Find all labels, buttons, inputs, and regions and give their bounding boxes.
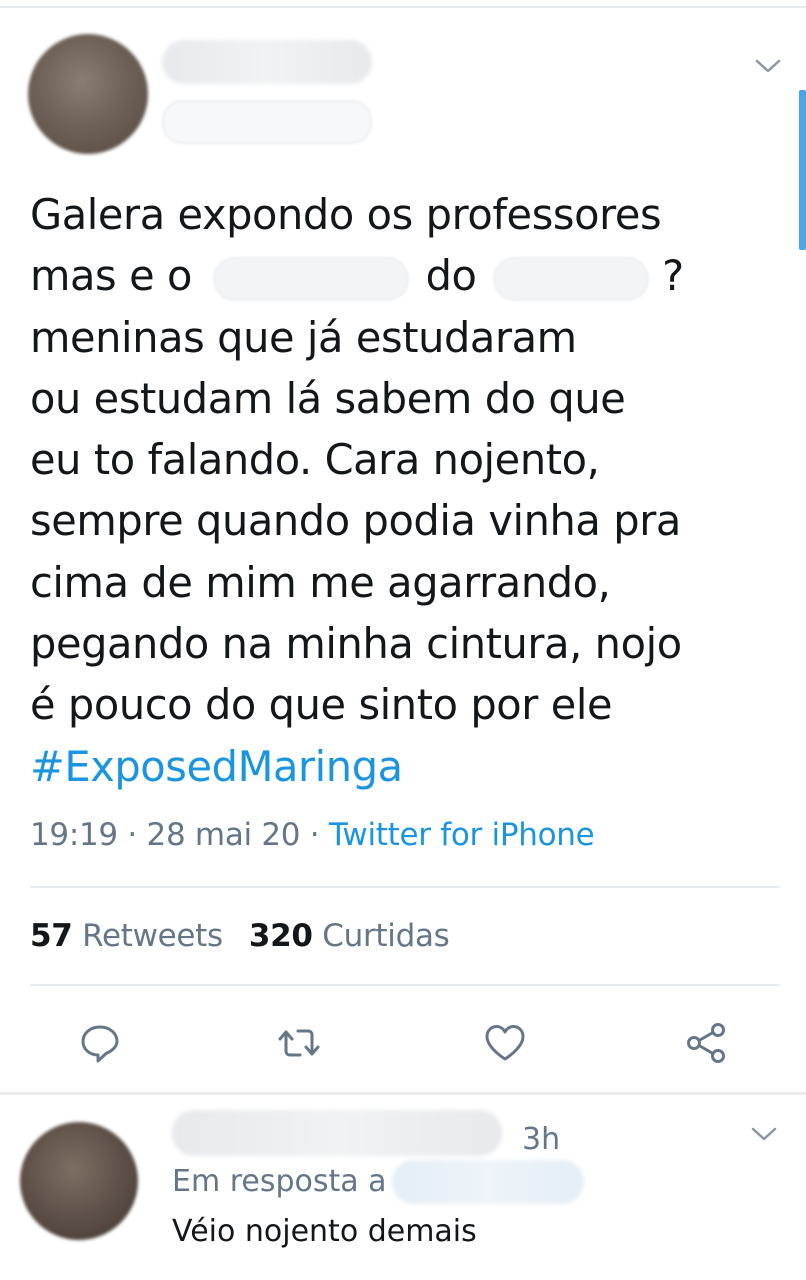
- likes-label: Curtidas: [322, 918, 450, 954]
- retweets-label: Retweets: [82, 918, 223, 954]
- like-icon[interactable]: [482, 1020, 528, 1066]
- tweet-stats: 57 Retweets 320 Curtidas: [30, 918, 450, 954]
- tweet-line: é pouco do que sinto por ele: [30, 680, 613, 730]
- retweets-stat[interactable]: 57 Retweets: [30, 918, 223, 954]
- tweet-time: 19:19: [30, 817, 118, 853]
- hashtag-link[interactable]: #ExposedMaringa: [30, 742, 403, 791]
- tweet-text: Galera expondo os professores mas e o do…: [30, 184, 750, 797]
- tweet-line: mas e o do ?: [30, 251, 684, 302]
- divider: [30, 886, 780, 888]
- likes-count: 320: [248, 918, 313, 954]
- tweet-menu-chevron-icon[interactable]: [754, 56, 782, 76]
- reply-menu-chevron-icon[interactable]: [750, 1124, 778, 1144]
- divider: [30, 984, 780, 986]
- likes-stat[interactable]: 320 Curtidas: [249, 918, 450, 954]
- tweet-line: meninas que já estudaram: [30, 312, 577, 362]
- tweet-line: cima de mim me agarrando,: [30, 557, 611, 607]
- retweet-icon[interactable]: [276, 1020, 322, 1066]
- reply-author-avatar[interactable]: [20, 1122, 138, 1240]
- redacted-name: [493, 257, 650, 302]
- reply-author-name-redacted[interactable]: [172, 1110, 502, 1156]
- reply-text: Véio nojento demais: [172, 1214, 477, 1249]
- tweet-line: ou estudam lá sabem do que: [30, 373, 626, 423]
- in-reply-to-label: Em resposta a: [172, 1164, 387, 1199]
- retweets-count: 57: [30, 918, 73, 954]
- redacted-name: [212, 257, 409, 302]
- share-icon[interactable]: [684, 1020, 730, 1066]
- reply-time: 3h: [522, 1122, 561, 1157]
- tweet-date: 28 mai 20: [146, 817, 301, 853]
- meta-separator: ·: [300, 817, 329, 853]
- tweet-line: pegando na minha cintura, nojo: [30, 619, 682, 669]
- tweet-line: #ExposedMaringa: [30, 736, 750, 797]
- section-divider: [0, 1092, 806, 1095]
- tweet-source-link[interactable]: Twitter for iPhone: [329, 817, 595, 853]
- tweet-line: eu to falando. Cara nojento,: [30, 435, 600, 485]
- author-avatar[interactable]: [28, 34, 148, 154]
- tweet-meta: 19:19 · 28 mai 20 · Twitter for iPhone: [30, 817, 595, 853]
- reply-context: Em resposta a: [172, 1164, 387, 1199]
- meta-separator: ·: [117, 817, 147, 853]
- reply-icon[interactable]: [77, 1020, 123, 1066]
- reply-to-handle-redacted[interactable]: [392, 1160, 584, 1204]
- top-divider: [0, 6, 806, 8]
- tweet-line: sempre quando podia vinha pra: [30, 496, 681, 546]
- author-handle-redacted[interactable]: [162, 100, 372, 144]
- author-name-redacted[interactable]: [162, 40, 372, 84]
- tweet-line: Galera expondo os professores: [30, 190, 662, 239]
- scrollbar[interactable]: [799, 90, 806, 250]
